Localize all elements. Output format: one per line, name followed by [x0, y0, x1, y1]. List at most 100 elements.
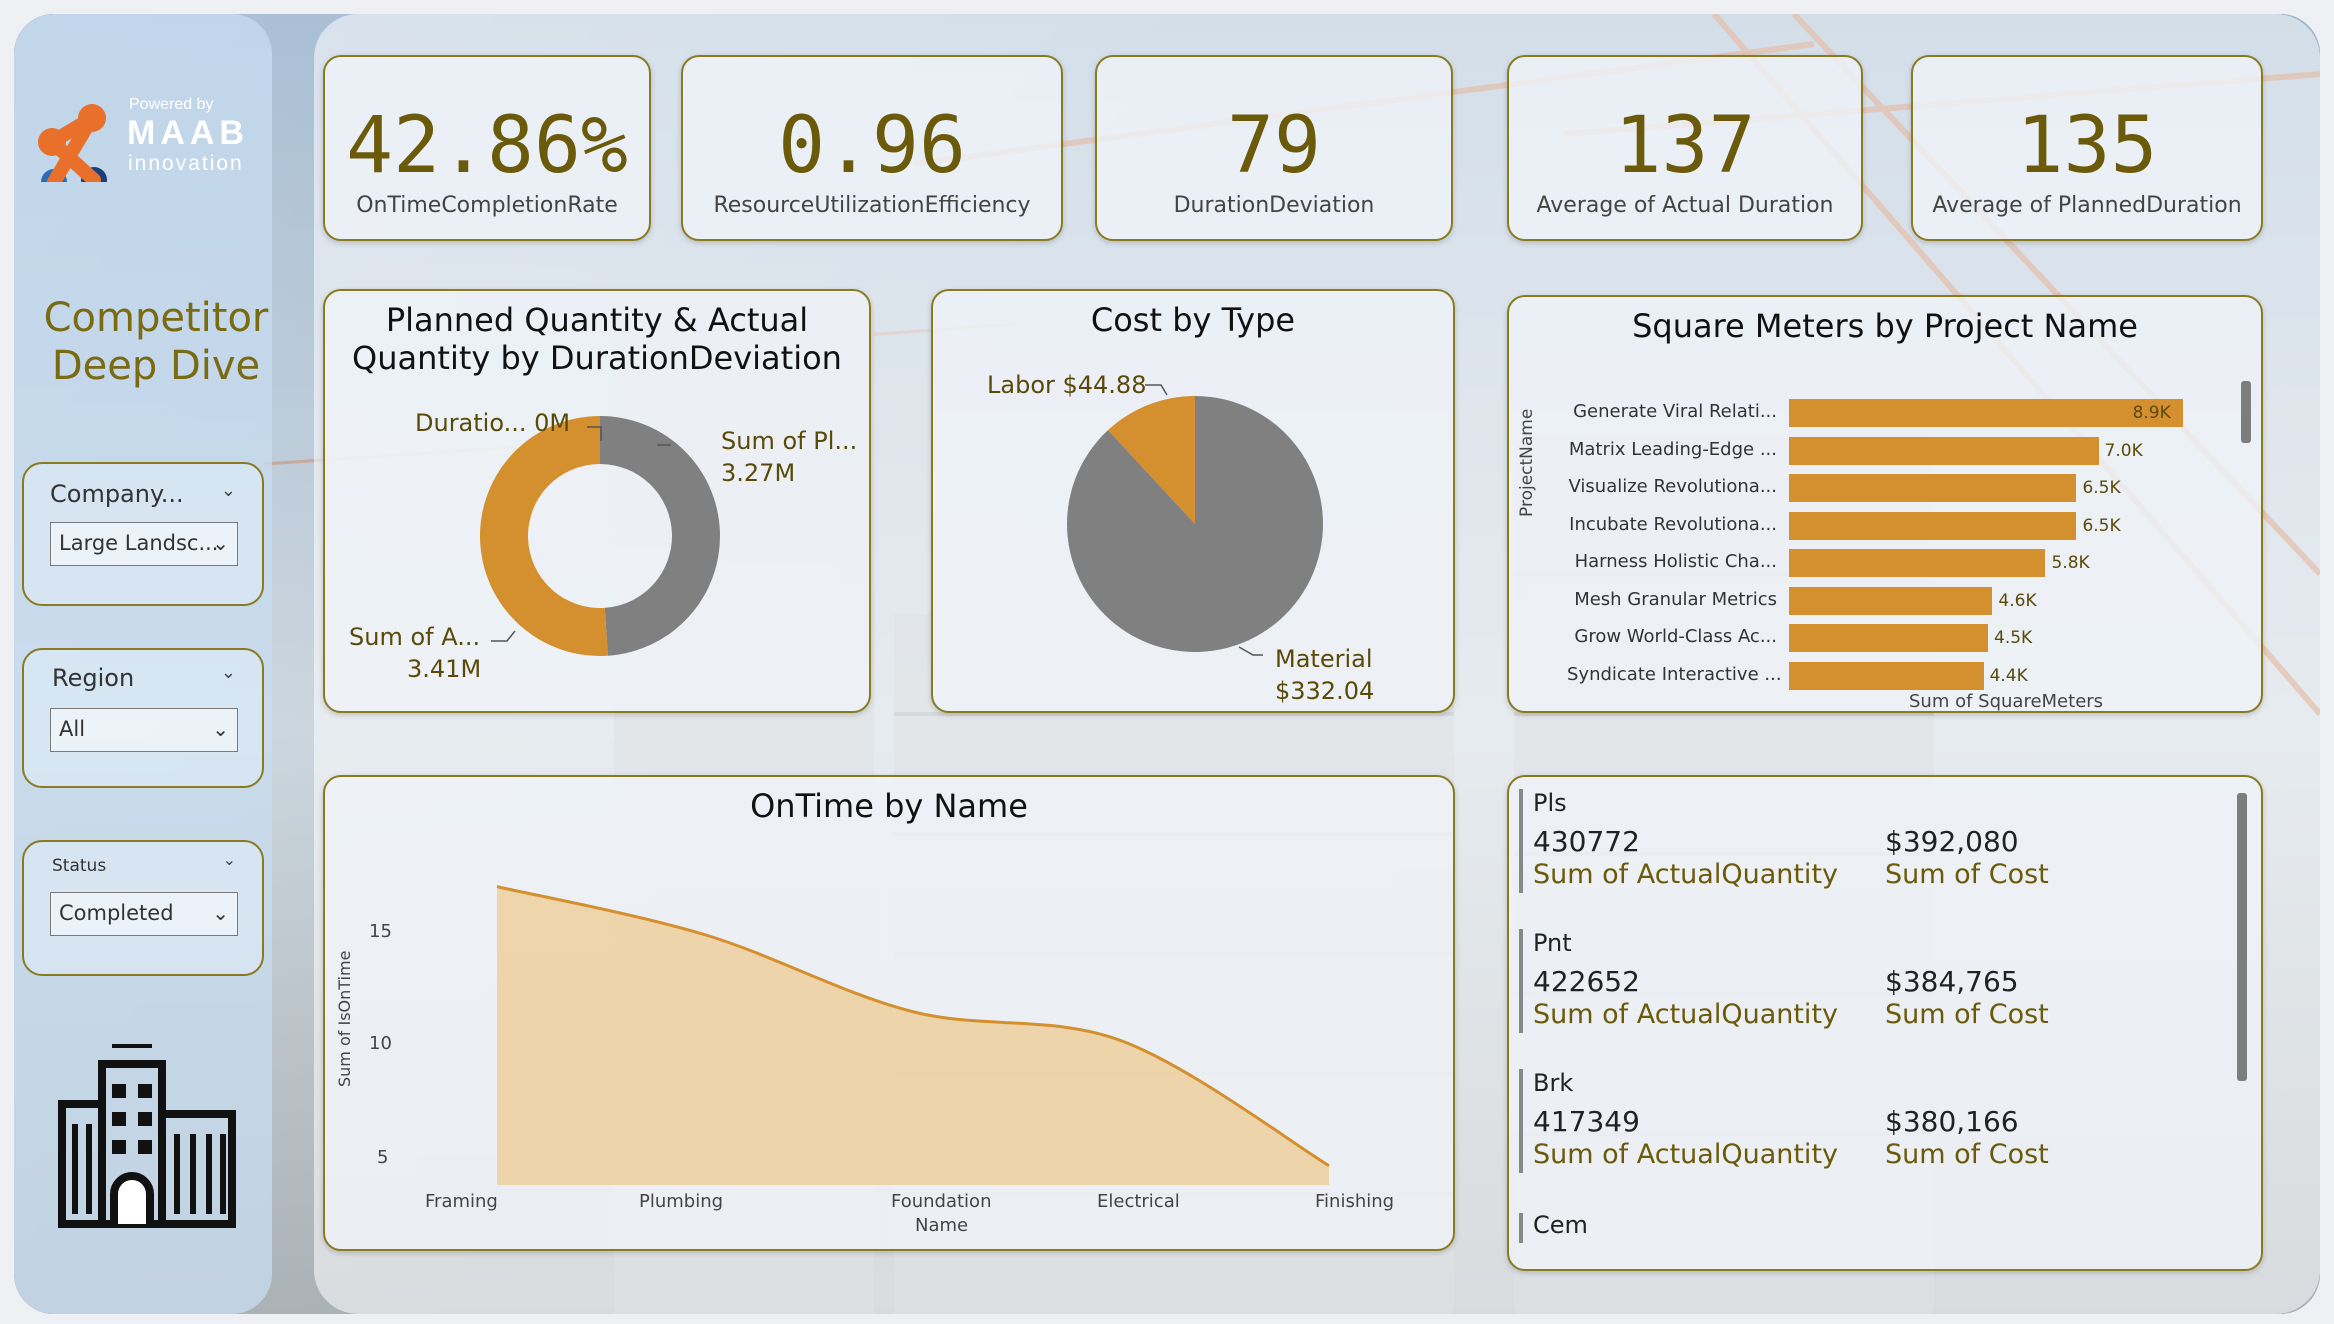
report-canvas: Powered by MAAB innovation Competitor De… — [14, 14, 2320, 1314]
ontime-x-axis-label: Name — [915, 1215, 969, 1236]
bar-category-label: Generate Viral Relati... — [1573, 401, 1777, 422]
company-dropdown[interactable]: Large Landsc... ⌄ — [50, 522, 238, 566]
ontime-x-tick: Framing — [425, 1191, 498, 1212]
pie-chart[interactable] — [933, 291, 1457, 715]
kpi-value: 0.96 — [778, 101, 966, 191]
bar-value-label: 7.0K — [2104, 440, 2143, 461]
region-slicer[interactable]: Region ⌄ All ⌄ — [22, 648, 264, 788]
ontime-area-chart-card[interactable]: OnTime by Name Sum of IsOnTime 15 10 5 F… — [323, 775, 1455, 1251]
status-slicer[interactable]: Status ⌄ Completed ⌄ — [22, 840, 264, 976]
donut-label-duration: Duratio... 0M — [415, 409, 571, 437]
donut-label-planned: Sum of Pl... — [721, 427, 858, 455]
region-dropdown-value: All — [59, 717, 86, 741]
pie-chart-card[interactable]: Cost by Type Labor $44.88 Material $332.… — [931, 289, 1455, 713]
bar-category-label: Syndicate Interactive ... — [1567, 663, 1782, 685]
ontime-x-tick: Finishing — [1315, 1191, 1395, 1212]
bar[interactable] — [1789, 399, 2183, 427]
row-accent-bar — [1519, 789, 1523, 893]
ontime-y-axis-label: Sum of IsOnTime — [335, 950, 354, 1087]
multi-row-card[interactable]: Pls 430772 Sum of ActualQuantity $392,08… — [1507, 775, 2263, 1271]
bar-value-label: 8.9K — [2132, 403, 2171, 423]
bar[interactable] — [1789, 474, 2077, 502]
area-fill[interactable] — [497, 886, 1329, 1185]
ontime-x-tick: Electrical — [1097, 1191, 1180, 1212]
ontime-area-chart[interactable] — [325, 777, 1457, 1253]
chevron-down-icon[interactable]: ⌄ — [221, 662, 236, 683]
sqm-bar-chart-card[interactable]: Square Meters by Project Name ProjectNam… — [1507, 295, 2263, 713]
bar-category-label: Incubate Revolutiona... — [1569, 513, 1777, 535]
row-title: Pnt — [1533, 929, 1572, 957]
donut-label-actual-value: 3.41M — [407, 655, 482, 683]
company-slicer-label: Company... — [50, 480, 184, 508]
bar-value-label: 6.5K — [2082, 478, 2121, 498]
kpi-value: 135 — [2016, 101, 2158, 191]
bar[interactable] — [1789, 511, 2077, 540]
region-slicer-label: Region — [52, 664, 135, 692]
ontime-x-tick: Foundation — [891, 1191, 992, 1212]
kpi-caption: OnTimeCompletionRate — [356, 193, 618, 218]
page-title: Competitor Deep Dive — [43, 295, 269, 389]
chevron-down-icon[interactable]: ⌄ — [223, 850, 236, 869]
row-quantity: 430772 — [1533, 825, 1640, 858]
row-quantity-caption: Sum of ActualQuantity — [1533, 1139, 1839, 1170]
brand-subtitle: innovation — [128, 152, 244, 175]
bar-category-label: Harness Holistic Cha... — [1574, 551, 1777, 572]
kpi-caption: Average of Actual Duration — [1536, 193, 1834, 218]
kpi-value: 79 — [1227, 101, 1321, 191]
bar[interactable] — [1789, 661, 1984, 690]
ontime-y-tick: 10 — [369, 1033, 392, 1054]
donut-slice-actual[interactable] — [480, 416, 608, 656]
region-dropdown[interactable]: All ⌄ — [50, 708, 238, 752]
donut-label-actual: Sum of A... — [349, 623, 481, 651]
donut-slice-planned[interactable] — [600, 416, 721, 656]
bar[interactable] — [1789, 624, 1988, 652]
pie-label-labor: Labor $44.88 — [987, 371, 1147, 399]
row-quantity-caption: Sum of ActualQuantity — [1533, 999, 1839, 1030]
status-dropdown[interactable]: Completed ⌄ — [50, 892, 238, 936]
scrollbar[interactable] — [2237, 793, 2247, 1081]
scrollbar[interactable] — [2241, 381, 2251, 443]
kpi-ontime-completion[interactable]: 42.86% OnTimeCompletionRate — [323, 55, 651, 241]
row-quantity: 422652 — [1533, 965, 1640, 998]
pie-label-material: Material — [1275, 645, 1373, 673]
kpi-avg-actual-duration[interactable]: 137 Average of Actual Duration — [1507, 55, 1863, 241]
row-cost: $380,166 — [1885, 1105, 2019, 1138]
sqm-x-axis-label: Sum of SquareMeters — [1909, 691, 2104, 712]
donut-chart-card[interactable]: Planned Quantity & Actual Quantity by Du… — [323, 289, 871, 713]
pie-label-material-value: $332.04 — [1275, 677, 1375, 705]
row-accent-bar — [1519, 1213, 1523, 1243]
kpi-avg-planned-duration[interactable]: 135 Average of PlannedDuration — [1911, 55, 2263, 241]
bar[interactable] — [1789, 549, 2046, 577]
ontime-y-tick: 5 — [377, 1147, 389, 1168]
kpi-caption: DurationDeviation — [1173, 193, 1375, 218]
kpi-caption: ResourceUtilizationEfficiency — [713, 193, 1031, 218]
status-dropdown-value: Completed — [59, 901, 174, 925]
kpi-value: 137 — [1614, 101, 1756, 191]
kpi-resource-utilization[interactable]: 0.96 ResourceUtilizationEfficiency — [681, 55, 1063, 241]
company-dropdown-value: Large Landsc... — [59, 531, 219, 555]
row-quantity-caption: Sum of ActualQuantity — [1533, 859, 1839, 890]
donut-label-planned-value: 3.27M — [721, 459, 796, 487]
ontime-y-tick: 15 — [369, 921, 392, 942]
row-title: Pls — [1533, 789, 1567, 817]
bar[interactable] — [1789, 586, 1993, 615]
bar-category-label: Matrix Leading-Edge ... — [1568, 438, 1777, 460]
row-accent-bar — [1519, 929, 1523, 1033]
bar-category-label: Grow World-Class Ac... — [1574, 626, 1777, 647]
bar[interactable] — [1789, 436, 2099, 465]
bar-value-label: 4.4K — [1989, 665, 2028, 686]
ontime-x-tick: Plumbing — [639, 1191, 724, 1212]
chevron-down-icon: ⌄ — [212, 717, 229, 741]
company-slicer[interactable]: Company... ⌄ Large Landsc... ⌄ — [22, 462, 264, 606]
row-cost-caption: Sum of Cost — [1885, 999, 2049, 1030]
row-cost: $392,080 — [1885, 825, 2019, 858]
sidebar: Powered by MAAB innovation Competitor De… — [14, 14, 272, 1314]
chevron-down-icon[interactable]: ⌄ — [221, 480, 236, 501]
row-cost-caption: Sum of Cost — [1885, 859, 2049, 890]
chevron-down-icon: ⌄ — [212, 901, 229, 925]
pie-slice-material[interactable] — [1067, 396, 1323, 652]
kpi-value: 42.86% — [346, 101, 628, 191]
row-cost: $384,765 — [1885, 965, 2019, 998]
kpi-duration-deviation[interactable]: 79 DurationDeviation — [1095, 55, 1453, 241]
chevron-down-icon: ⌄ — [212, 531, 229, 555]
